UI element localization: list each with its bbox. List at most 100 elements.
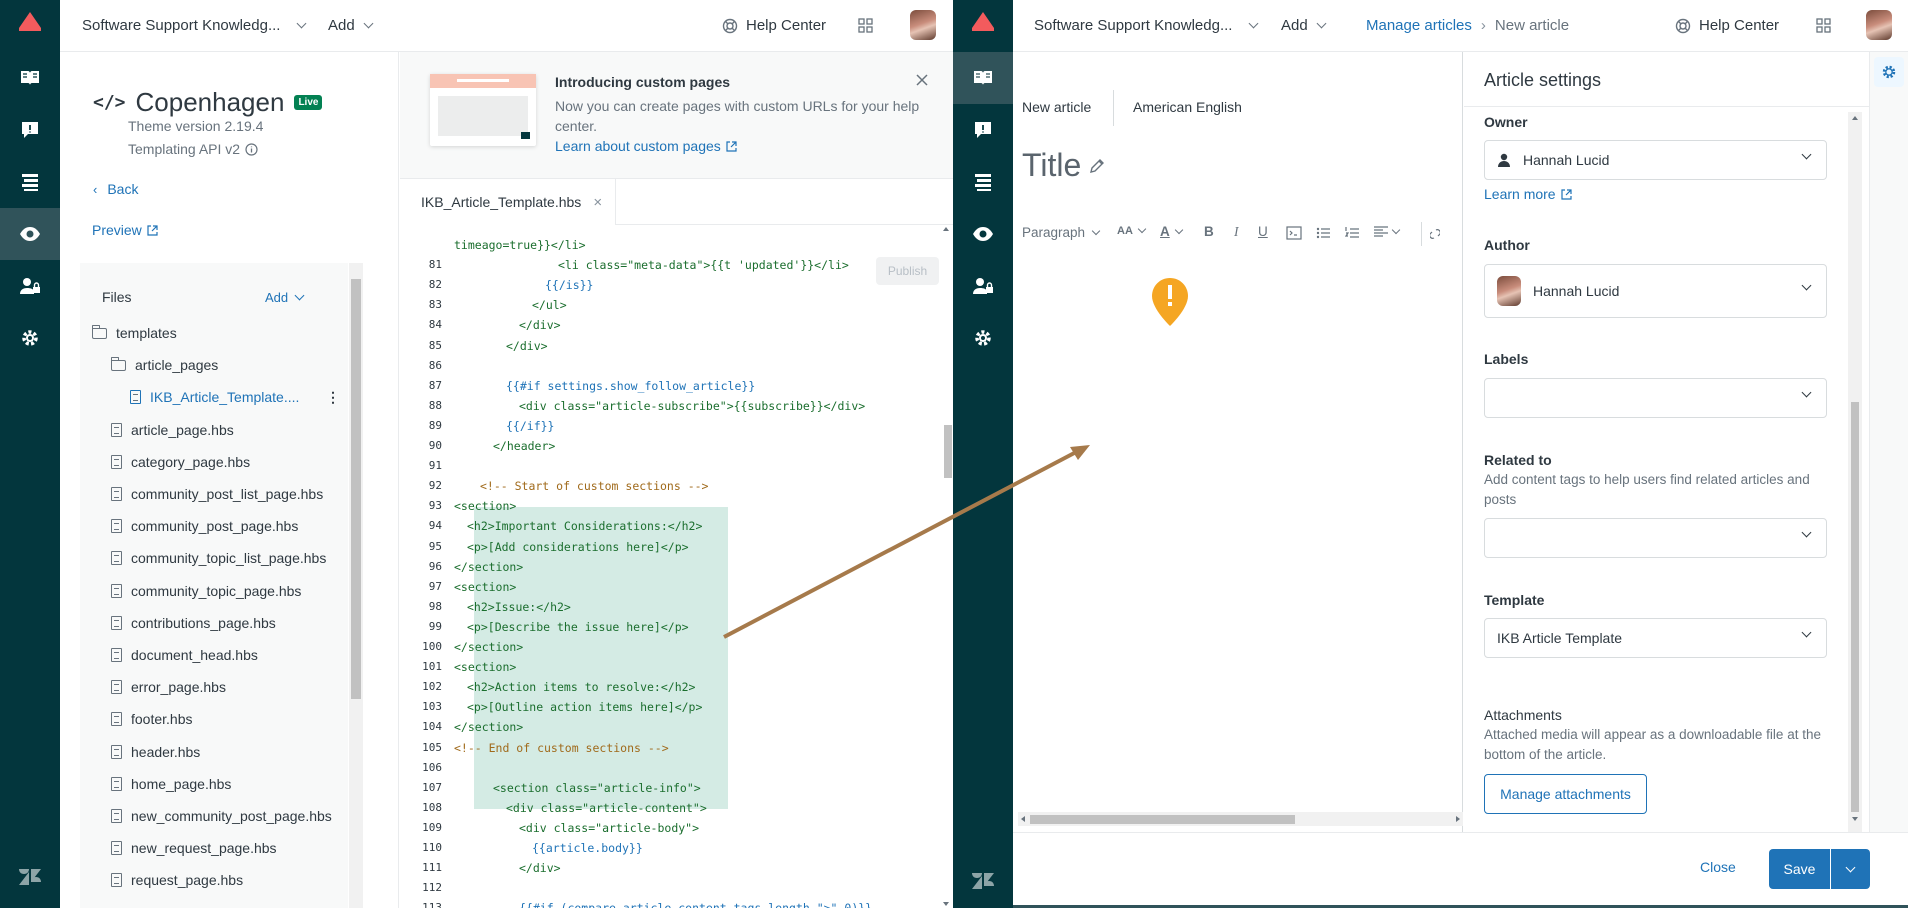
owner-select[interactable]: Hannah Lucid — [1484, 140, 1827, 180]
knowledge-icon[interactable] — [0, 52, 60, 104]
editor-scrollbar[interactable] — [939, 225, 953, 908]
moderation-icon[interactable] — [0, 104, 60, 156]
more-options-icon[interactable]: ⋮ — [326, 389, 340, 406]
settings-gear-icon[interactable] — [0, 312, 60, 364]
close-tab-icon[interactable]: × — [593, 194, 602, 211]
file-item[interactable]: error_page.hbs — [111, 672, 342, 702]
help-center-link[interactable]: Help Center — [1675, 17, 1779, 34]
bullet-list-icon[interactable] — [1316, 226, 1330, 240]
settings-gear-icon[interactable] — [953, 312, 1013, 364]
preview-link[interactable]: Preview — [92, 222, 158, 238]
user-avatar[interactable] — [1866, 10, 1892, 40]
paragraph-dropdown[interactable]: Paragraph — [1022, 225, 1101, 240]
title-field[interactable]: Title — [1022, 147, 1105, 184]
arrange-content-icon[interactable] — [953, 156, 1013, 208]
add-menu[interactable]: Add — [1281, 17, 1327, 34]
scroll-right-icon[interactable] — [1456, 816, 1460, 822]
scrollbar-thumb[interactable] — [944, 425, 952, 478]
link-icon[interactable] — [1430, 228, 1440, 240]
file-item[interactable]: community_topic_page.hbs — [111, 576, 342, 606]
scroll-down-icon[interactable] — [1852, 817, 1858, 821]
file-item[interactable]: document_head.hbs — [111, 640, 342, 670]
help-center-link[interactable]: Help Center — [722, 17, 826, 34]
line-number: 96 — [428, 559, 442, 573]
text-color-dropdown[interactable]: A — [1160, 224, 1183, 239]
tab-locale[interactable]: American English — [1133, 99, 1242, 115]
file-item[interactable]: community_post_list_page.hbs — [111, 479, 342, 509]
files-add-menu[interactable]: Add — [265, 290, 305, 305]
back-link[interactable]: ‹ Back — [93, 181, 138, 197]
scrollbar-thumb[interactable] — [1851, 402, 1859, 812]
breadcrumb-manage-articles[interactable]: Manage articles — [1366, 17, 1472, 34]
save-options-button[interactable] — [1831, 849, 1870, 889]
learn-more-link[interactable]: Learn more — [1484, 186, 1572, 202]
publish-button[interactable]: Publish — [876, 257, 939, 285]
folder-item[interactable]: templates — [91, 318, 342, 348]
labels-select[interactable] — [1484, 378, 1827, 418]
product-tray-icon[interactable] — [1816, 18, 1831, 33]
file-item[interactable]: new_community_post_page.hbs — [111, 801, 342, 831]
code-block-icon[interactable] — [1286, 226, 1302, 240]
file-label: header.hbs — [131, 743, 201, 760]
learn-custom-pages-link[interactable]: Learn about custom pages — [555, 138, 737, 154]
folder-item[interactable]: article_pages — [110, 350, 342, 380]
file-item[interactable]: article_page.hbs — [111, 415, 342, 445]
author-label: Author — [1484, 237, 1530, 253]
customize-design-icon[interactable] — [953, 208, 1013, 260]
align-dropdown[interactable] — [1374, 225, 1401, 238]
close-button[interactable]: Close — [1700, 859, 1736, 875]
scroll-up-icon[interactable] — [1852, 116, 1858, 120]
underline-icon[interactable]: U — [1258, 224, 1268, 239]
moderation-icon[interactable] — [953, 104, 1013, 156]
user-avatar[interactable] — [910, 10, 936, 40]
file-item[interactable]: IKB_Article_Template.... ⋮ — [130, 382, 342, 412]
product-tray-icon[interactable] — [858, 18, 873, 33]
file-item[interactable]: home_page.hbs — [111, 769, 342, 799]
tab-new-article[interactable]: New article — [1022, 99, 1091, 115]
tab-ikb-article-template[interactable]: IKB_Article_Template.hbs × — [400, 179, 616, 225]
horizontal-scrollbar[interactable] — [1018, 812, 1463, 826]
related-to-select[interactable] — [1484, 518, 1827, 558]
left-top-bar: Software Support Knowledg... Add Help Ce… — [60, 0, 953, 52]
file-icon — [111, 712, 122, 727]
scroll-down-icon[interactable] — [943, 902, 949, 906]
font-size-dropdown[interactable]: AA — [1117, 224, 1147, 237]
brand-switcher[interactable]: Software Support Knowledg... — [1034, 17, 1259, 34]
scroll-left-icon[interactable] — [1021, 816, 1025, 822]
settings-toggle[interactable] — [1874, 57, 1904, 87]
file-item[interactable]: community_topic_list_page.hbs — [111, 543, 342, 573]
add-menu[interactable]: Add — [328, 17, 374, 34]
user-permissions-icon[interactable] — [953, 260, 1013, 312]
arrange-content-icon[interactable] — [0, 156, 60, 208]
user-permissions-icon[interactable] — [0, 260, 60, 312]
save-button[interactable]: Save — [1769, 849, 1830, 889]
code-area[interactable]: timeago=true}}</li> 81 <li class="meta-dat… — [400, 225, 953, 908]
file-item[interactable]: new_request_page.hbs — [111, 833, 342, 863]
knowledge-icon[interactable] — [953, 52, 1013, 104]
numbered-list-icon[interactable] — [1345, 226, 1359, 240]
scrollbar-thumb[interactable] — [351, 279, 361, 699]
line-number: 101 — [422, 660, 442, 674]
files-scrollbar[interactable] — [349, 263, 363, 908]
zendesk-guide-logo[interactable] — [19, 12, 41, 31]
author-select[interactable]: Hannah Lucid — [1484, 264, 1827, 318]
scroll-up-icon[interactable] — [943, 227, 949, 231]
file-item[interactable]: community_post_page.hbs — [111, 511, 342, 541]
italic-icon[interactable]: I — [1234, 224, 1239, 240]
file-item[interactable]: request_page.hbs — [111, 865, 342, 895]
file-item[interactable]: contributions_page.hbs — [111, 608, 342, 638]
file-label: templates — [116, 325, 177, 341]
close-icon[interactable] — [916, 74, 928, 86]
manage-attachments-button[interactable]: Manage attachments — [1484, 774, 1647, 814]
info-icon[interactable] — [245, 142, 258, 156]
customize-design-icon[interactable] — [0, 208, 60, 260]
file-item[interactable]: category_page.hbs — [111, 447, 342, 477]
brand-switcher[interactable]: Software Support Knowledg... — [82, 17, 307, 34]
template-select[interactable]: IKB Article Template — [1484, 618, 1827, 658]
settings-scrollbar[interactable] — [1848, 112, 1862, 872]
file-item[interactable]: header.hbs — [111, 737, 342, 767]
file-item[interactable]: footer.hbs — [111, 704, 342, 734]
zendesk-guide-logo[interactable] — [972, 12, 994, 31]
bold-icon[interactable]: B — [1204, 224, 1214, 239]
scrollbar-thumb[interactable] — [1030, 815, 1295, 824]
